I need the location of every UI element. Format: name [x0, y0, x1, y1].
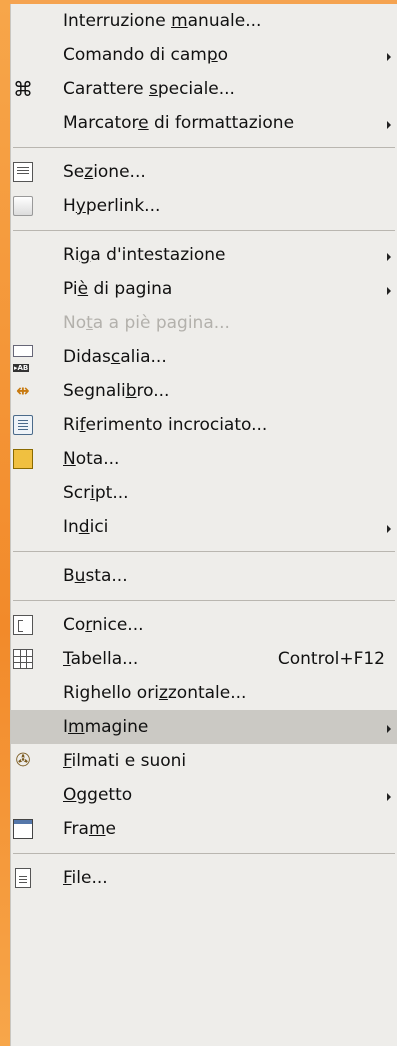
menu-item-label: Immagine: [63, 717, 149, 737]
menu-separator: [11, 223, 397, 238]
menu-item-note[interactable]: Nota...: [11, 442, 397, 476]
file-icon: [15, 868, 31, 888]
menu-item-label: Piè di pagina: [63, 279, 173, 299]
menu-item-label: Righello orizzontale...: [63, 683, 247, 703]
menu-item-label: Indici: [63, 517, 109, 537]
menu-item-footnote: Nota a piè pagina...: [11, 306, 397, 340]
menu-item-label: Comando di campo: [63, 45, 229, 65]
menu-item-label: Oggetto: [63, 785, 133, 805]
menu-separator: [11, 544, 397, 559]
menu-item-label: Frame: [63, 819, 116, 839]
table-icon: [13, 649, 33, 669]
caption-icon: [13, 345, 33, 357]
bookmark-icon: ⇹: [16, 381, 30, 400]
menu-item-table[interactable]: Tabella... Control+F12: [11, 642, 397, 676]
section-icon: [13, 162, 33, 182]
menu-item-hyperlink[interactable]: Hyperlink...: [11, 189, 397, 223]
menu-item-formatting-mark[interactable]: Marcatore di formattazione: [11, 106, 397, 140]
submenu-arrow-icon: [387, 253, 391, 261]
submenu-arrow-icon: [387, 793, 391, 801]
menu-item-label: Busta...: [63, 566, 128, 586]
hyperlink-icon: [13, 196, 33, 216]
menu-item-footer[interactable]: Piè di pagina: [11, 272, 397, 306]
menu-item-file[interactable]: File...: [11, 861, 397, 895]
menu-item-picture[interactable]: Immagine: [11, 710, 397, 744]
menu-item-field-command[interactable]: Comando di campo: [11, 38, 397, 72]
menu-item-section[interactable]: Sezione...: [11, 155, 397, 189]
menu-item-label: Carattere speciale...: [63, 79, 235, 99]
submenu-arrow-icon: [387, 525, 391, 533]
menu-item-label: Segnalibro...: [63, 381, 170, 401]
menu-item-label: Riferimento incrociato...: [63, 415, 268, 435]
menu-item-indexes[interactable]: Indici: [11, 510, 397, 544]
submenu-arrow-icon: [387, 53, 391, 61]
menu-item-label: File...: [63, 868, 108, 888]
menu-item-label: Interruzione manuale...: [63, 11, 262, 31]
window-background-left: [0, 0, 10, 1046]
frame-icon: [13, 615, 33, 635]
menu-item-floating-frame[interactable]: Frame: [11, 812, 397, 846]
cross-reference-icon: [13, 415, 33, 435]
menu-item-label: Tabella...: [63, 649, 139, 669]
media-icon: ✇: [15, 750, 31, 771]
menu-item-label: Didascalia...: [63, 347, 167, 367]
menu-item-label: Sezione...: [63, 162, 146, 182]
menu-item-label: Riga d'intestazione: [63, 245, 226, 265]
menu-item-script[interactable]: Script...: [11, 476, 397, 510]
menu-item-label: Nota...: [63, 449, 120, 469]
menu-item-label: Filmati e suoni: [63, 751, 187, 771]
menu-item-label: Script...: [63, 483, 129, 503]
insert-menu: Interruzione manuale... Comando di campo ⌘…: [10, 4, 397, 1046]
menu-separator: [11, 593, 397, 608]
menu-item-label: Nota a piè pagina...: [63, 313, 230, 333]
note-icon: [13, 449, 33, 469]
submenu-arrow-icon: [387, 121, 391, 129]
menu-item-object[interactable]: Oggetto: [11, 778, 397, 812]
command-key-icon: ⌘: [13, 77, 33, 101]
menu-item-shortcut: Control+F12: [277, 649, 385, 669]
menu-item-header[interactable]: Riga d'intestazione: [11, 238, 397, 272]
menu-item-caption[interactable]: ▸AB Didascalia...: [11, 340, 397, 374]
menu-item-envelope[interactable]: Busta...: [11, 559, 397, 593]
menu-item-label: Hyperlink...: [63, 196, 161, 216]
submenu-arrow-icon: [387, 725, 391, 733]
submenu-arrow-icon: [387, 287, 391, 295]
menu-item-horizontal-ruler[interactable]: Righello orizzontale...: [11, 676, 397, 710]
window-icon: [13, 819, 33, 839]
menu-item-movies-sounds[interactable]: ✇ Filmati e suoni: [11, 744, 397, 778]
menu-item-cross-reference[interactable]: Riferimento incrociato...: [11, 408, 397, 442]
menu-separator: [11, 846, 397, 861]
menu-item-special-character[interactable]: ⌘ Carattere speciale...: [11, 72, 397, 106]
menu-item-label: Cornice...: [63, 615, 144, 635]
menu-item-manual-break[interactable]: Interruzione manuale...: [11, 4, 397, 38]
menu-separator: [11, 140, 397, 155]
menu-item-label: Marcatore di formattazione: [63, 113, 295, 133]
menu-item-bookmark[interactable]: ⇹ Segnalibro...: [11, 374, 397, 408]
caption-icon-tag: ▸AB: [13, 364, 30, 372]
menu-item-frame-dialog[interactable]: Cornice...: [11, 608, 397, 642]
